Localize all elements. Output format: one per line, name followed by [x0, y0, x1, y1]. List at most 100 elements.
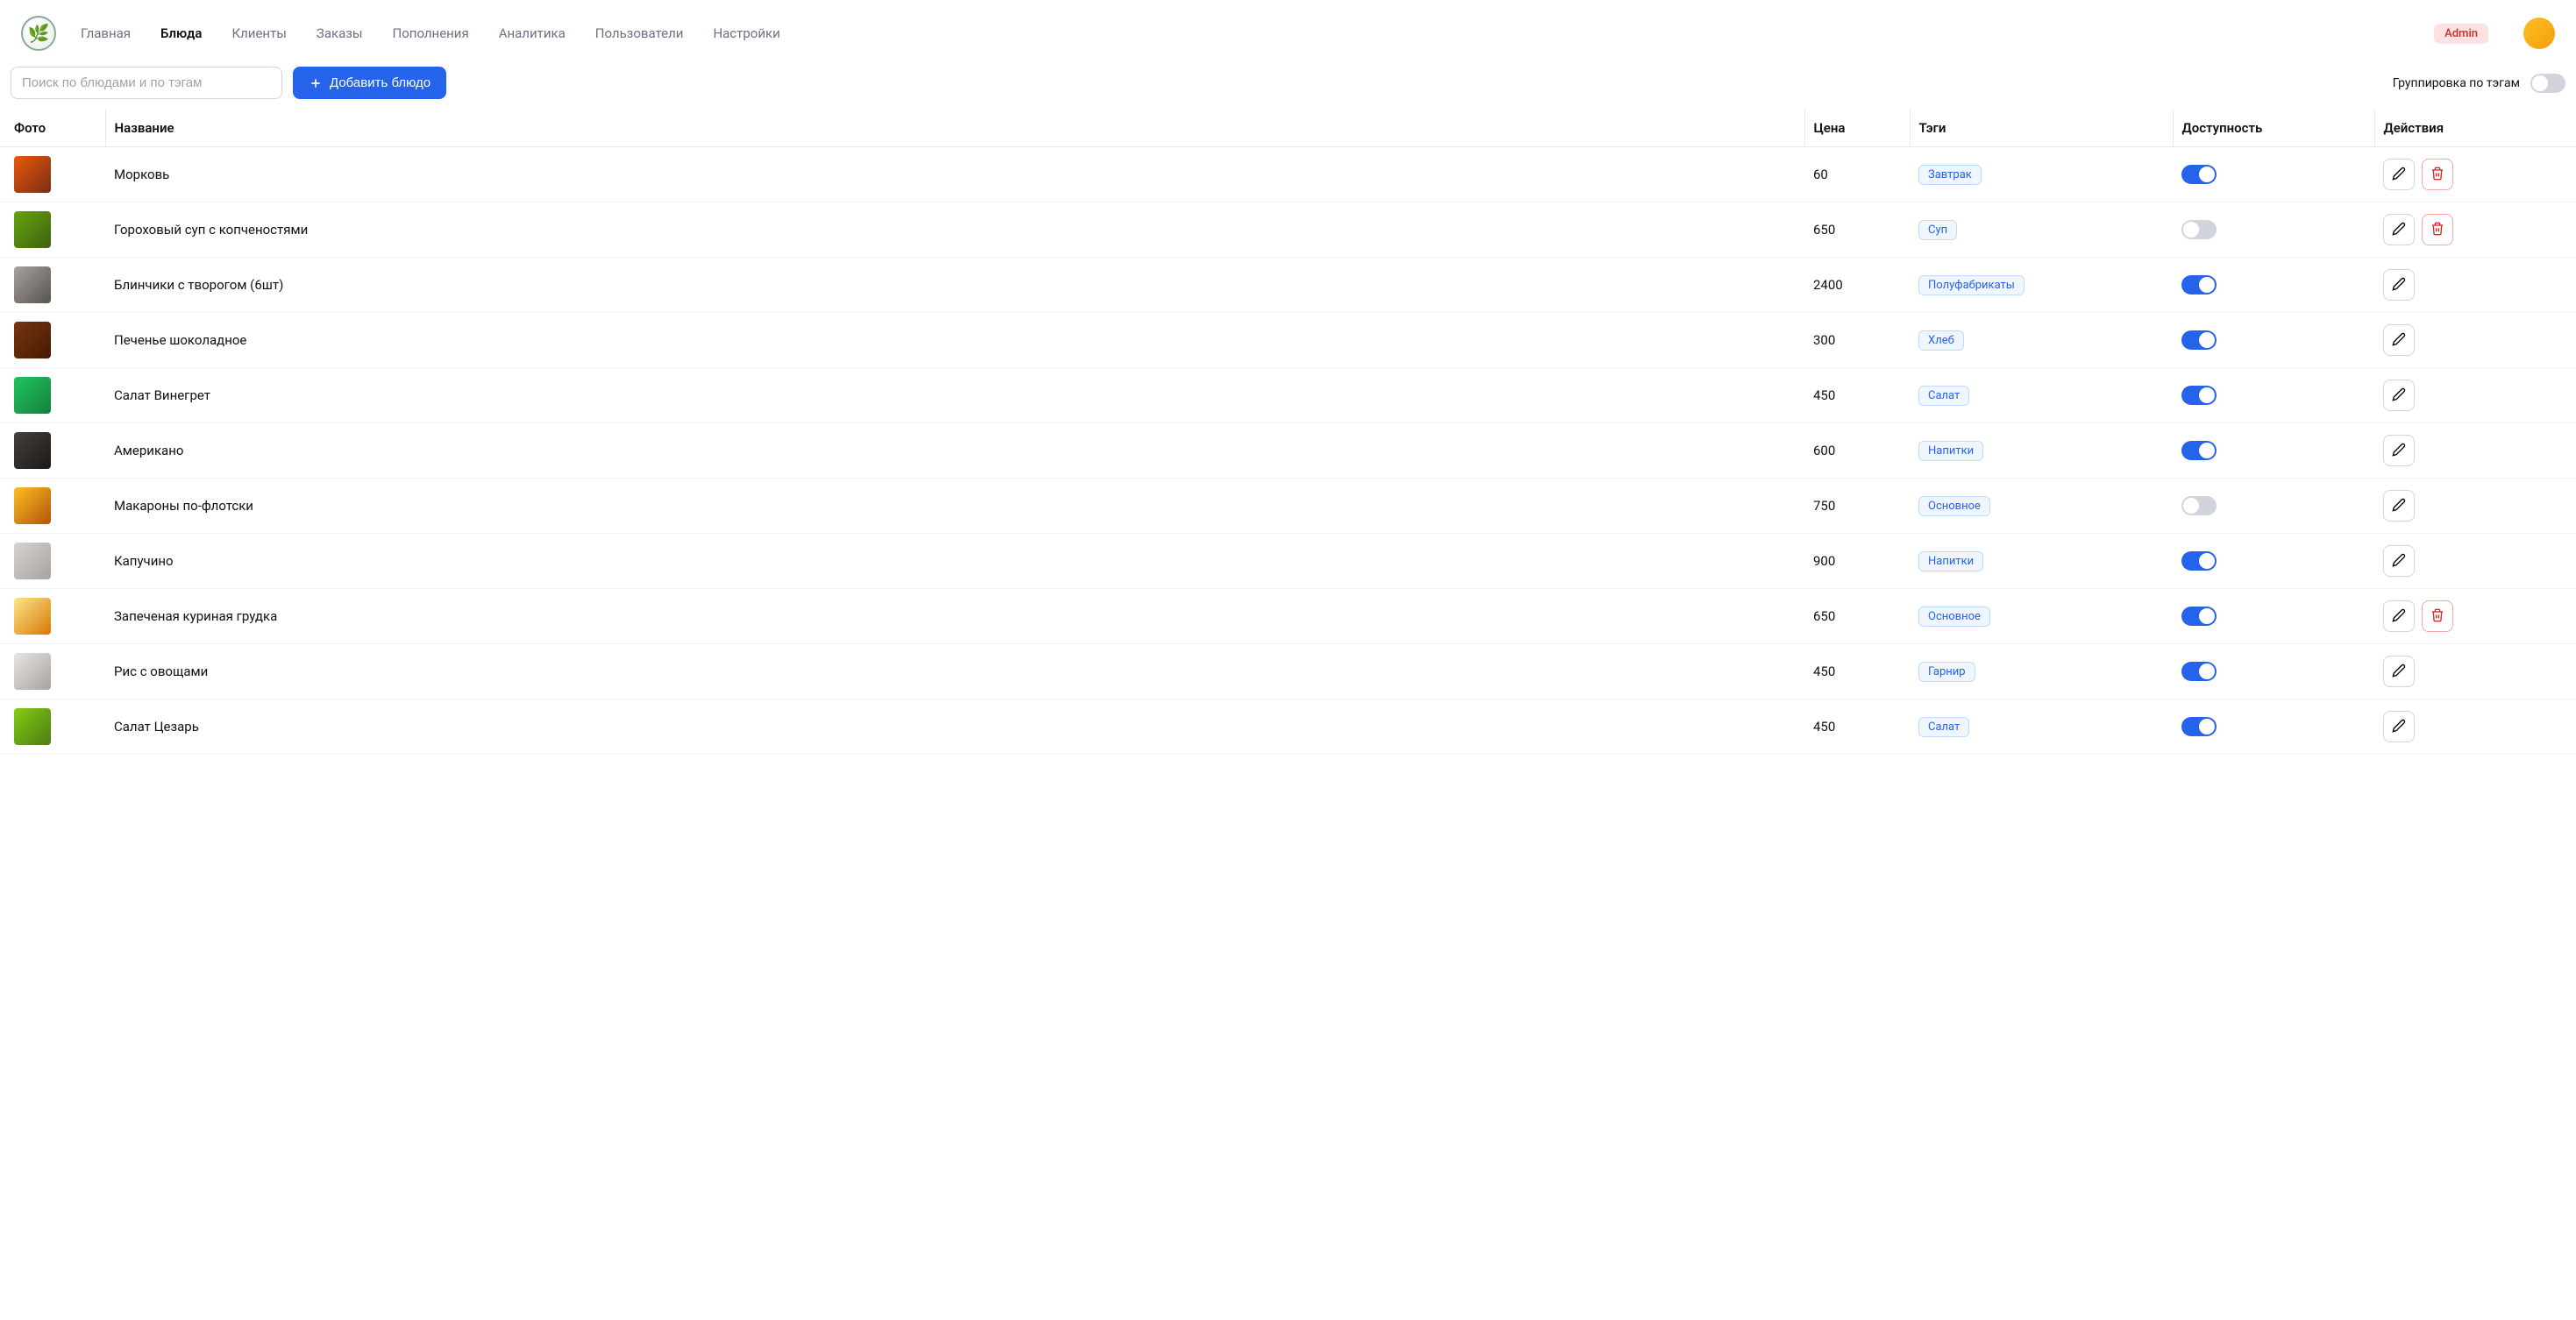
dish-name: Американо	[105, 423, 1804, 479]
dishes-table: Фото Название Цена Тэги Доступность Дейс…	[0, 110, 2576, 755]
delete-button[interactable]	[2422, 214, 2453, 245]
trash-icon	[2430, 167, 2444, 183]
dish-name: Капучино	[105, 534, 1804, 589]
dish-name: Макароны по-флотски	[105, 479, 1804, 534]
availability-toggle[interactable]	[2181, 275, 2217, 295]
header-name: Название	[105, 110, 1804, 147]
dish-price: 2400	[1804, 258, 1910, 313]
dish-price: 650	[1804, 589, 1910, 644]
nav-item-1[interactable]: Блюда	[160, 25, 202, 41]
plus-icon	[309, 76, 323, 90]
trash-icon	[2430, 222, 2444, 238]
dish-thumbnail	[14, 432, 51, 469]
availability-toggle[interactable]	[2181, 441, 2217, 460]
dish-tag: Напитки	[1918, 441, 1983, 461]
header-photo: Фото	[0, 110, 105, 147]
edit-button[interactable]	[2383, 269, 2415, 301]
delete-button[interactable]	[2422, 600, 2453, 632]
table-row: Рис с овощами450Гарнир	[0, 644, 2576, 699]
availability-toggle[interactable]	[2181, 386, 2217, 405]
edit-icon	[2392, 608, 2406, 625]
trash-icon	[2430, 608, 2444, 625]
edit-button[interactable]	[2383, 600, 2415, 632]
nav-item-5[interactable]: Аналитика	[499, 25, 566, 41]
table-row: Гороховый суп с копченостями650Суп	[0, 202, 2576, 258]
dish-name: Салат Цезарь	[105, 699, 1804, 755]
table-row: Запеченая куриная грудка650Основное	[0, 589, 2576, 644]
edit-icon	[2392, 332, 2406, 349]
dish-name: Салат Винегрет	[105, 368, 1804, 423]
availability-toggle[interactable]	[2181, 551, 2217, 571]
dish-price: 450	[1804, 699, 1910, 755]
table-row: Блинчики с творогом (6шт)2400Полуфабрика…	[0, 258, 2576, 313]
availability-toggle[interactable]	[2181, 496, 2217, 515]
toolbar: Добавить блюдо Группировка по тэгам	[0, 67, 2576, 110]
dish-tag: Завтрак	[1918, 165, 1982, 185]
nav-item-4[interactable]: Пополнения	[393, 25, 469, 41]
add-dish-label: Добавить блюдо	[330, 75, 431, 90]
search-input[interactable]	[11, 67, 282, 99]
availability-toggle[interactable]	[2181, 330, 2217, 350]
edit-button[interactable]	[2383, 214, 2415, 245]
dish-tag: Основное	[1918, 607, 1990, 627]
header-tags: Тэги	[1910, 110, 2173, 147]
edit-button[interactable]	[2383, 324, 2415, 356]
availability-toggle[interactable]	[2181, 717, 2217, 736]
table-row: Салат Цезарь450 Салат	[0, 699, 2576, 755]
availability-toggle[interactable]	[2181, 607, 2217, 626]
edit-icon	[2392, 498, 2406, 515]
dish-tag: Суп	[1918, 220, 1957, 240]
table-row: Салат Винегрет450 Салат	[0, 368, 2576, 423]
edit-icon	[2392, 443, 2406, 459]
dish-name: Блинчики с творогом (6шт)	[105, 258, 1804, 313]
dish-price: 450	[1804, 644, 1910, 699]
group-by-tags-toggle[interactable]	[2530, 74, 2565, 93]
edit-icon	[2392, 664, 2406, 680]
nav-item-2[interactable]: Клиенты	[231, 25, 286, 41]
nav-item-7[interactable]: Настройки	[713, 25, 779, 41]
nav-item-0[interactable]: Главная	[81, 25, 131, 41]
dish-thumbnail	[14, 156, 51, 193]
edit-button[interactable]	[2383, 435, 2415, 466]
header-price: Цена	[1804, 110, 1910, 147]
dish-tag: Салат	[1918, 386, 1969, 406]
dish-tag: Основное	[1918, 496, 1990, 516]
delete-button[interactable]	[2422, 159, 2453, 190]
logo[interactable]: 🌿	[21, 16, 56, 51]
dish-thumbnail	[14, 708, 51, 745]
edit-button[interactable]	[2383, 490, 2415, 522]
main-nav: Главная Блюда Клиенты Заказы Пополнения Анали…	[81, 25, 2409, 41]
dish-tag: Гарнир	[1918, 662, 1975, 682]
edit-icon	[2392, 222, 2406, 238]
edit-button[interactable]	[2383, 159, 2415, 190]
edit-icon	[2392, 553, 2406, 570]
edit-button[interactable]	[2383, 545, 2415, 577]
dish-tag: Салат	[1918, 717, 1969, 737]
dish-price: 300	[1804, 313, 1910, 368]
header-actions: Действия	[2374, 110, 2576, 147]
edit-icon	[2392, 277, 2406, 294]
dish-name: Морковь	[105, 147, 1804, 202]
edit-button[interactable]	[2383, 711, 2415, 742]
dish-thumbnail	[14, 487, 51, 524]
availability-toggle[interactable]	[2181, 220, 2217, 239]
dish-price: 60	[1804, 147, 1910, 202]
nav-item-3[interactable]: Заказы	[317, 25, 363, 41]
dish-thumbnail	[14, 653, 51, 690]
dish-price: 450	[1804, 368, 1910, 423]
header-availability: Доступность	[2173, 110, 2374, 147]
dish-thumbnail	[14, 543, 51, 579]
nav-item-6[interactable]: Пользователи	[595, 25, 684, 41]
add-dish-button[interactable]: Добавить блюдо	[293, 67, 446, 99]
availability-toggle[interactable]	[2181, 662, 2217, 681]
edit-icon	[2392, 167, 2406, 183]
edit-button[interactable]	[2383, 380, 2415, 411]
dish-thumbnail	[14, 322, 51, 358]
availability-toggle[interactable]	[2181, 165, 2217, 184]
avatar[interactable]	[2523, 18, 2555, 49]
edit-button[interactable]	[2383, 656, 2415, 687]
dish-price: 600	[1804, 423, 1910, 479]
dish-tag: Хлеб	[1918, 330, 1964, 351]
dish-name: Гороховый суп с копченостями	[105, 202, 1804, 258]
dish-thumbnail	[14, 598, 51, 635]
